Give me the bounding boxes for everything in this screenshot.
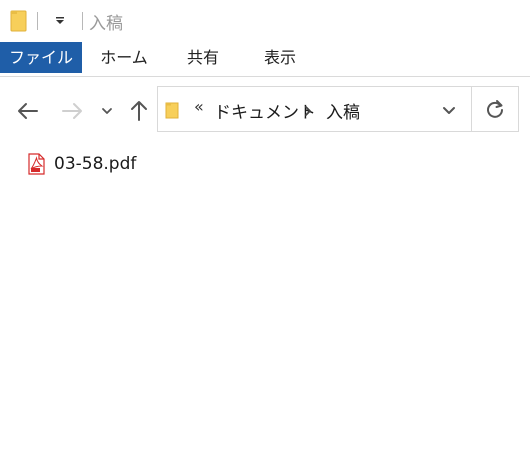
address-bar[interactable]: « ドキュメント 入稿 bbox=[157, 86, 519, 132]
breadcrumb-item-documents[interactable]: ドキュメント bbox=[214, 98, 316, 123]
title-bar: 入稿 bbox=[0, 0, 530, 40]
breadcrumb-overflow-button[interactable]: « bbox=[194, 97, 204, 116]
up-arrow-icon[interactable] bbox=[127, 99, 151, 123]
back-arrow-icon[interactable] bbox=[16, 99, 40, 123]
address-divider bbox=[471, 87, 472, 131]
file-name: 03-58.pdf bbox=[54, 154, 137, 174]
file-explorer-window: 入稿 ファイル ホーム 共有 表示 « ドキュメント 入稿 03-58.pdf bbox=[0, 0, 530, 460]
folder-icon bbox=[165, 101, 179, 119]
toolbar-divider bbox=[37, 12, 38, 30]
tab-file[interactable]: ファイル bbox=[0, 42, 82, 73]
pdf-file-icon bbox=[27, 153, 46, 175]
breadcrumb-item-current[interactable]: 入稿 bbox=[326, 98, 360, 123]
toolbar-divider bbox=[82, 12, 83, 30]
navigation-bar: « ドキュメント 入稿 bbox=[0, 77, 530, 143]
refresh-icon[interactable] bbox=[485, 99, 505, 119]
file-list: 03-58.pdf bbox=[0, 143, 530, 460]
tab-share[interactable]: 共有 bbox=[180, 40, 226, 76]
recent-locations-chevron-icon[interactable] bbox=[100, 99, 114, 123]
folder-icon[interactable] bbox=[10, 8, 28, 32]
chevron-down-icon[interactable] bbox=[441, 103, 457, 117]
window-title: 入稿 bbox=[89, 14, 123, 34]
ribbon-tabs: ファイル ホーム 共有 表示 bbox=[0, 40, 530, 77]
customize-quick-access-icon[interactable] bbox=[52, 12, 68, 28]
forward-arrow-icon[interactable] bbox=[60, 99, 84, 123]
tab-view[interactable]: 表示 bbox=[257, 40, 303, 76]
tab-home[interactable]: ホーム bbox=[98, 40, 150, 76]
chevron-right-icon[interactable] bbox=[303, 103, 313, 117]
